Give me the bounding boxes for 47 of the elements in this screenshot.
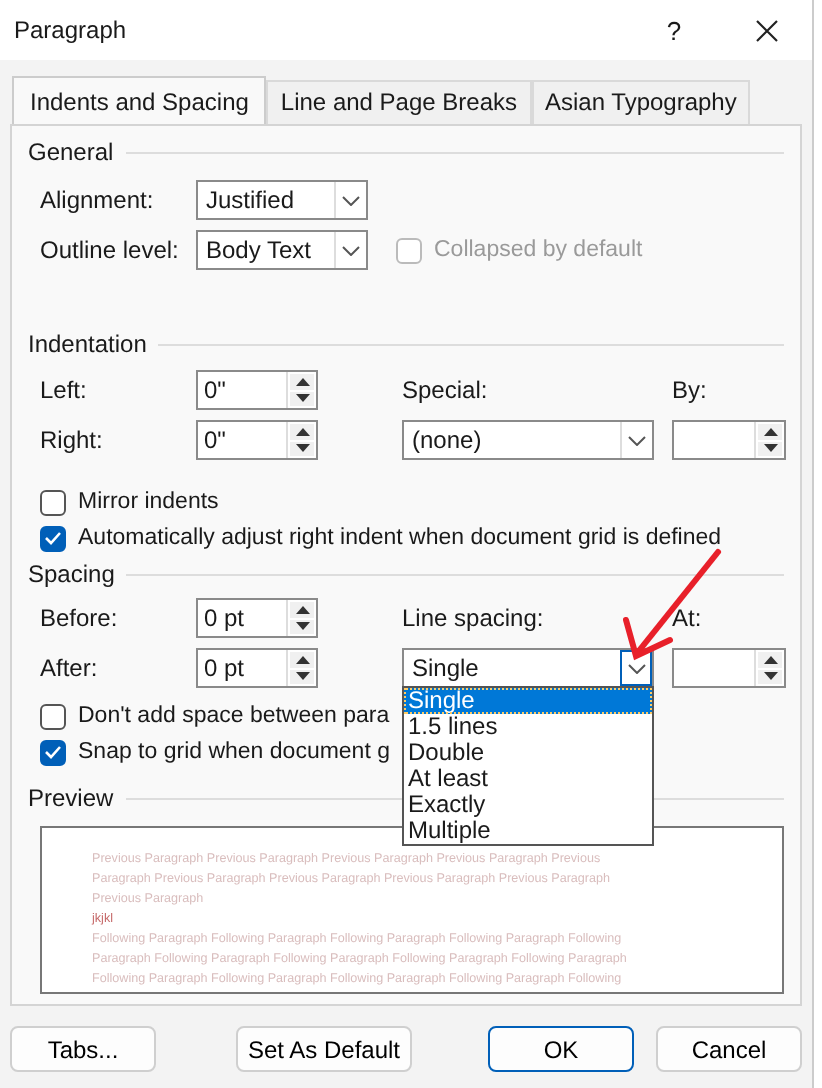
- checkbox-label: Automatically adjust right indent when document grid is defined: [78, 526, 722, 550]
- dropdown[interactable]: Justified: [196, 180, 368, 220]
- dropdown-option[interactable]: Multiple: [404, 818, 652, 844]
- help-button[interactable]: ?: [628, 15, 720, 45]
- checkbox-label: Snap to grid when document g: [78, 740, 390, 764]
- field-label: Special:: [402, 376, 490, 404]
- field-label: After:: [40, 654, 100, 682]
- field-label: Line spacing:: [402, 604, 546, 632]
- checkbox[interactable]: [40, 703, 66, 729]
- checkbox-label: Mirror indents: [78, 490, 219, 514]
- field-label: Before:: [40, 604, 120, 632]
- section-heading: General: [28, 138, 114, 166]
- checkbox[interactable]: [40, 489, 66, 515]
- section-heading: Spacing: [28, 560, 115, 588]
- dialog-button[interactable]: OK: [488, 1026, 634, 1072]
- chevron-icon: [334, 182, 366, 218]
- field-label: Left:: [40, 376, 89, 404]
- section-heading: Indentation: [28, 330, 147, 358]
- section-heading: Preview: [28, 784, 114, 812]
- dropdown-option[interactable]: Single: [404, 688, 652, 714]
- checkbox-label: Don't add space between para: [78, 704, 390, 728]
- dropdown[interactable]: Body Text: [196, 230, 368, 270]
- checkbox[interactable]: [40, 525, 66, 551]
- annotation-arrow: [620, 548, 724, 664]
- tab[interactable]: Indents and Spacing: [12, 76, 267, 124]
- chevron-icon: [620, 422, 652, 458]
- dropdown-option[interactable]: Double: [404, 740, 652, 766]
- tab[interactable]: Line and Page Breaks: [266, 80, 532, 124]
- dropdown-option[interactable]: 1.5 lines: [404, 714, 652, 740]
- dropdown-option[interactable]: Exactly: [404, 792, 652, 818]
- window-title: Paragraph: [14, 16, 129, 44]
- dialog-button[interactable]: Set As Default: [236, 1026, 412, 1072]
- dropdown[interactable]: (none): [402, 420, 654, 460]
- checkbox-label: Collapsed by default: [434, 238, 643, 262]
- dialog-button[interactable]: Cancel: [656, 1026, 802, 1072]
- field-label: Right:: [40, 426, 105, 454]
- dropdown-option[interactable]: At least: [404, 766, 652, 792]
- field-label: Alignment:: [40, 186, 156, 214]
- checkbox[interactable]: [40, 739, 66, 765]
- field-label: At:: [672, 604, 704, 632]
- field-label: By:: [672, 376, 709, 404]
- field-label: Outline level:: [40, 236, 181, 264]
- dialog-button[interactable]: Tabs...: [10, 1026, 156, 1072]
- dropdown[interactable]: Single: [402, 648, 654, 688]
- chevron-icon: [334, 232, 366, 268]
- tab[interactable]: Asian Typography: [531, 80, 751, 124]
- close-icon[interactable]: [755, 19, 777, 41]
